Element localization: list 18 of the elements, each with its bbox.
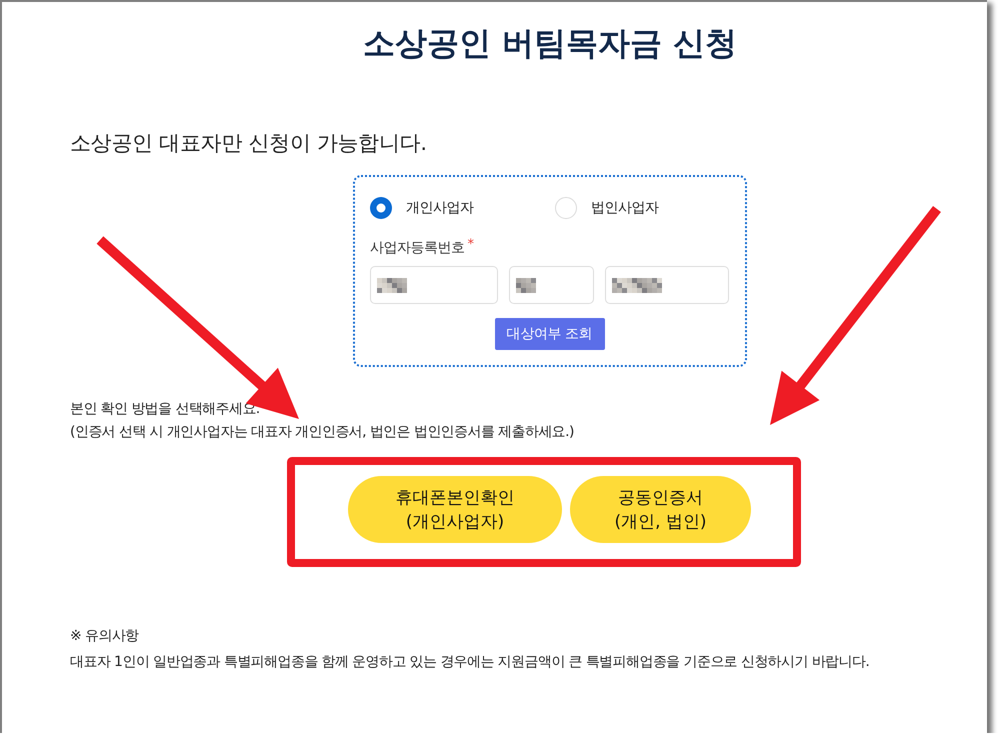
verification-method-button[interactable]: 공동인증서 (개인, 법인) xyxy=(570,476,751,543)
caution-heading: ※ 유의사항 xyxy=(70,627,139,646)
required-mark: * xyxy=(468,238,474,252)
instruction-text: (인증서 선택 시 개인사업자는 대표자 개인인증서, 법인은 법인인증서를 제출하세요.) xyxy=(70,423,574,442)
radio-label[interactable]: 법인사업자 xyxy=(591,198,658,218)
radio-button[interactable] xyxy=(555,197,577,219)
radio-label[interactable]: 개인사업자 xyxy=(406,198,474,218)
field-label: 사업자등록번호 xyxy=(370,239,464,258)
radio-button[interactable] xyxy=(370,197,392,219)
lookup-button[interactable]: 대상여부 조회 xyxy=(494,318,604,350)
input-field[interactable] xyxy=(509,266,594,304)
verification-method-button[interactable]: 휴대폰본인확인 (개인사업자) xyxy=(348,476,562,543)
notice-text: 소상공인 대표자만 신청이 가능합니다. xyxy=(70,130,427,157)
page-title: 소상공인 버팀목자금 신청 xyxy=(362,23,738,63)
caution-text: 대표자 1인이 일반업종과 특별피해업종을 함께 운영하고 있는 경우에는 지원금액이 큰 특별피해업종을 기준으로 신청하시기 바랍니다. xyxy=(70,653,870,672)
instruction-text: 본인 확인 방법을 선택해주세요. xyxy=(70,400,260,419)
input-field[interactable] xyxy=(605,266,729,304)
input-field[interactable] xyxy=(370,266,498,304)
